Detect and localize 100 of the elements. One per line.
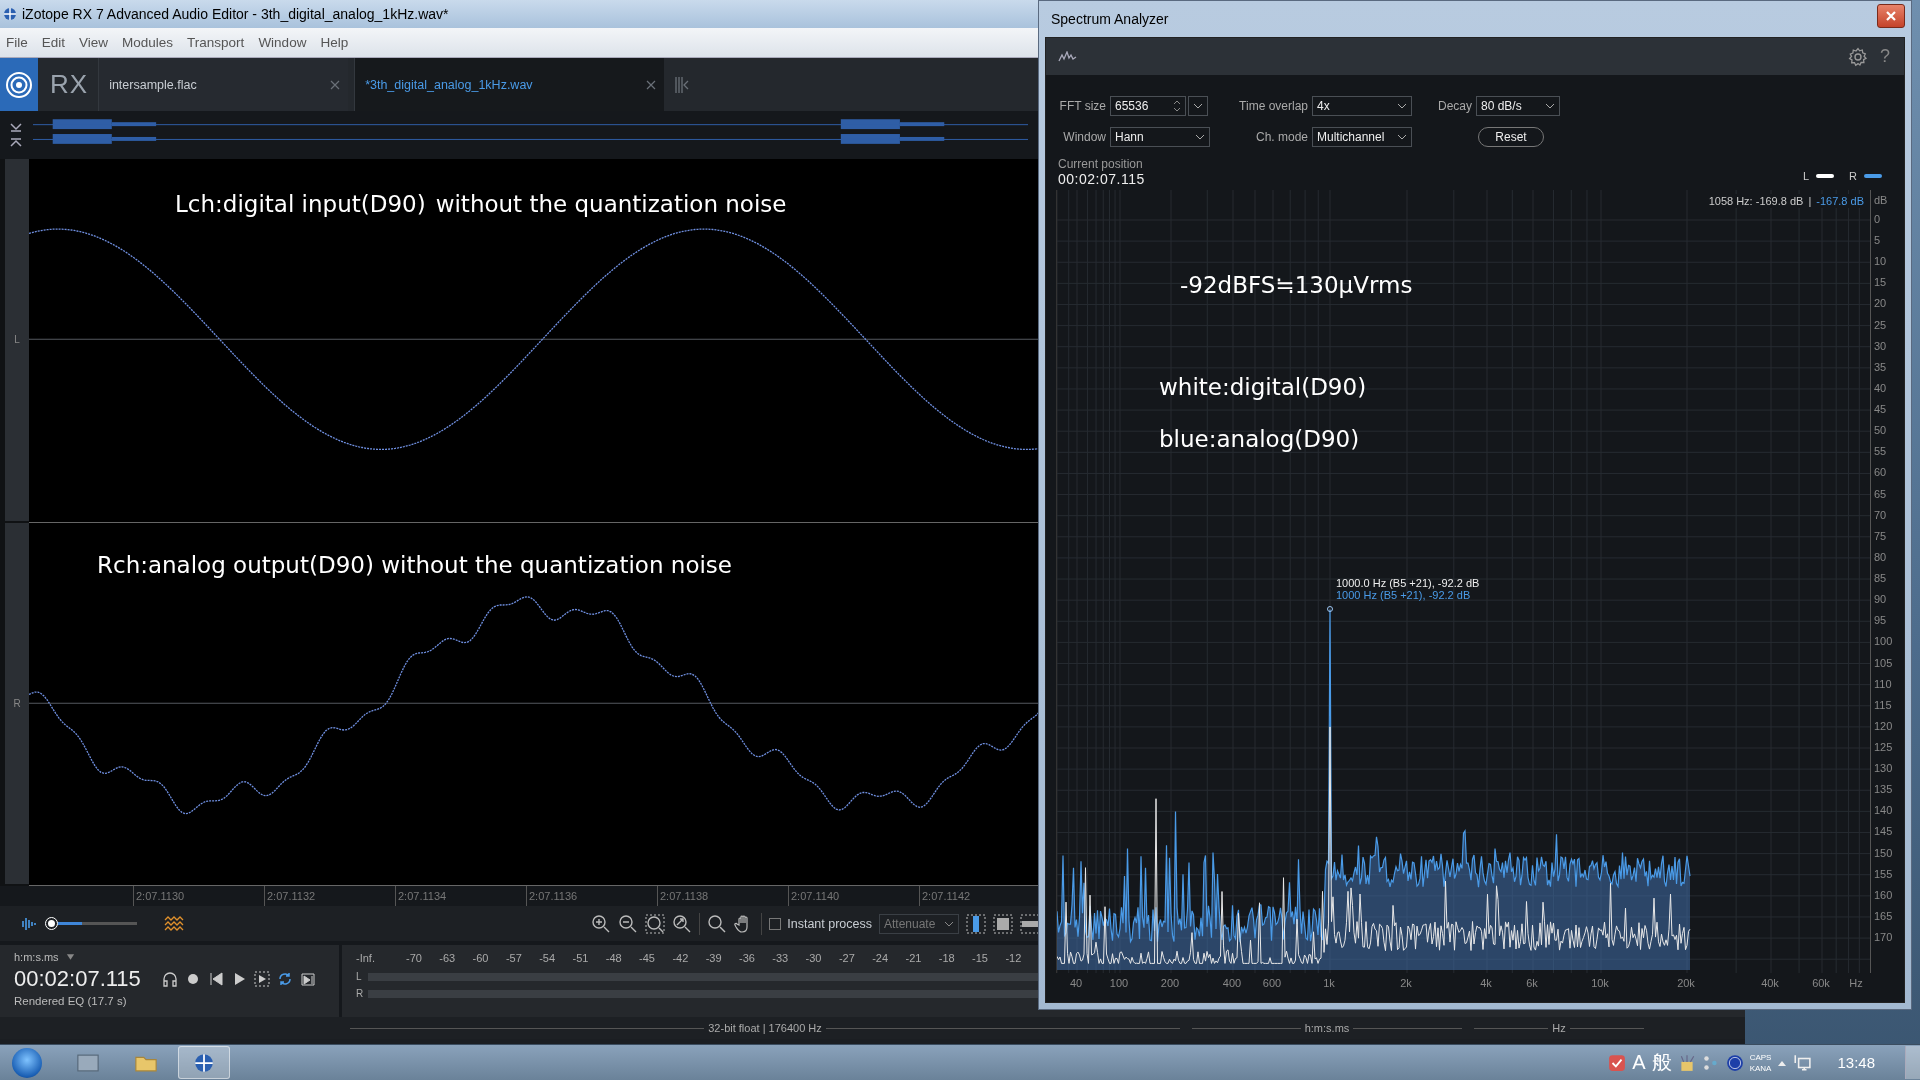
meter-tick-label: -18 [938, 952, 955, 964]
caps-indicator: CAPS [1749, 1051, 1772, 1063]
y-tick-label: 140 [1874, 803, 1893, 818]
peak-marker[interactable] [1327, 606, 1333, 612]
y-tick-label: 120 [1874, 718, 1893, 733]
readout-separator: | [1808, 195, 1812, 207]
y-tick-label: 0 [1874, 212, 1881, 226]
meter-tick-label: -70 [406, 952, 422, 964]
reset-button[interactable]: Reset [1478, 127, 1544, 147]
freq-selection-icon[interactable] [1020, 913, 1040, 934]
logo-icon [0, 58, 38, 111]
peak-label: 1000.0 Hz (B5 +21), -92.2 dB [1336, 577, 1480, 589]
select-field[interactable]: Multichannel [1312, 127, 1412, 147]
status-text: Rendered EQ (17.7 s) [14, 995, 128, 1007]
select-field[interactable]: Hann [1110, 127, 1210, 147]
rect-selection-icon[interactable] [993, 913, 1013, 934]
tray-app-icon[interactable] [1608, 1053, 1627, 1072]
skip-back-icon[interactable] [207, 971, 224, 987]
x-tick-label: 40 [1069, 977, 1083, 989]
status-text: 32-bit float | 176400 Hz [708, 1022, 822, 1034]
caret-icon[interactable] [65, 954, 75, 960]
y-tick-label: 110 [1874, 676, 1892, 691]
annotation-text: Rch:analog output(D90) without the quantization noise [97, 551, 732, 578]
meter-tick-label: -27 [838, 952, 855, 964]
zoom-selection-icon[interactable] [645, 913, 666, 934]
annotation-text: Lch:digital input(D90) [175, 191, 426, 217]
network-icon[interactable] [1793, 1053, 1812, 1072]
menu-item[interactable]: Edit [41, 35, 73, 50]
start-button[interactable] [12, 1047, 42, 1078]
menu-item[interactable]: Help [320, 35, 356, 50]
caret-icon[interactable] [1193, 103, 1203, 109]
close-icon[interactable] [330, 79, 341, 90]
x-tick-label: 10k [1591, 977, 1609, 989]
select-field[interactable]: 4x [1312, 96, 1412, 116]
y-tick-label: 145 [1874, 824, 1893, 839]
loop-icon[interactable] [276, 971, 293, 987]
zoom-fit-icon[interactable] [672, 913, 693, 934]
close-icon[interactable] [646, 79, 657, 90]
y-tick-label: 155 [1874, 866, 1893, 881]
y-tick-label: 115 [1874, 697, 1892, 712]
play-selection-icon[interactable] [253, 971, 270, 987]
y-tick-label: 40 [1874, 380, 1887, 395]
y-tick-label: 55 [1874, 444, 1887, 459]
meter-tick-label: -15 [972, 952, 988, 964]
caret-icon[interactable] [944, 920, 954, 927]
time-format-label[interactable]: h:m:s.ms [14, 951, 59, 963]
meter-channel-label: R [356, 988, 362, 999]
fft-size-field[interactable]: 65536 [1110, 96, 1186, 116]
close-button[interactable] [1877, 4, 1905, 28]
menu-item[interactable]: Modules [122, 35, 181, 50]
y-tick-label: 160 [1874, 887, 1893, 902]
settings-icon[interactable] [1848, 46, 1868, 67]
annotation-text: -92dBFS≒130μVrms [1180, 272, 1413, 298]
status-text: Hz [1552, 1022, 1566, 1034]
globe-icon[interactable] [178, 1046, 230, 1079]
x-tick-label: 2k [1400, 977, 1412, 989]
help-glyph[interactable]: ? [1880, 46, 1890, 67]
menu-item[interactable]: Transport [187, 35, 252, 50]
collapse-icon[interactable] [9, 122, 23, 148]
window-title: iZotope RX 7 Advanced Audio Editor - 3th_digital_analog_1kHz.wav* [22, 6, 449, 22]
annotation-text: white:digital(D90) [1159, 374, 1367, 400]
status-text: h:m:s.ms [1304, 1022, 1350, 1034]
position-label: Current position [1058, 157, 1144, 171]
meter-tick-label: -48 [605, 952, 622, 964]
zoom-in-icon[interactable] [591, 913, 612, 934]
x-tick-label: 40k [1761, 977, 1779, 989]
menu-item[interactable]: File [6, 35, 35, 50]
meter-tick-label: -21 [905, 952, 922, 964]
meter-tick-label: -57 [505, 952, 522, 964]
caret-icon[interactable] [1397, 134, 1407, 140]
spin-arrows-icon[interactable] [1173, 99, 1181, 113]
y-tick-label: 105 [1874, 655, 1893, 670]
time-display: 00:02:07.115 [14, 966, 141, 992]
menu-item[interactable]: View [79, 35, 116, 50]
x-tick-label: 600 [1262, 977, 1282, 989]
time-selection-icon[interactable] [966, 913, 986, 934]
caret-icon[interactable] [1545, 103, 1555, 109]
y-tick-label: 60 [1874, 465, 1887, 480]
menu-item[interactable]: Window [258, 35, 314, 50]
x-tick-label: 60k [1812, 977, 1830, 989]
legend-label: R [1849, 170, 1857, 182]
meter-tick-label: -Inf. [356, 952, 375, 964]
headphones-icon[interactable] [161, 971, 178, 987]
instant-process-checkbox[interactable]: Instant process [769, 916, 872, 931]
y-tick-label: 75 [1874, 528, 1887, 543]
mode-dropdown[interactable]: Attenuate [879, 913, 959, 934]
skip-to-end-icon[interactable] [299, 971, 316, 987]
caret-icon[interactable] [1195, 134, 1205, 140]
tab-overflow-icon[interactable] [674, 74, 691, 95]
caret-icon[interactable] [1397, 103, 1407, 109]
peak-label: 1000 Hz (B5 +21), -92.2 dB [1336, 589, 1472, 601]
show-hidden-icons-icon[interactable] [1777, 1059, 1788, 1066]
y-tick-label: 130 [1874, 761, 1893, 776]
select-field[interactable]: 80 dB/s [1476, 96, 1560, 116]
readout-text: -167.8 dB [1816, 195, 1864, 207]
window-title: Spectrum Analyzer [1050, 11, 1169, 27]
kana-indicator: KANA [1749, 1062, 1772, 1074]
search-icon[interactable] [707, 913, 728, 934]
zoom-out-icon[interactable] [618, 913, 639, 934]
file-tab[interactable]: *3th_digital_analog_1kHz.wav [354, 58, 665, 111]
